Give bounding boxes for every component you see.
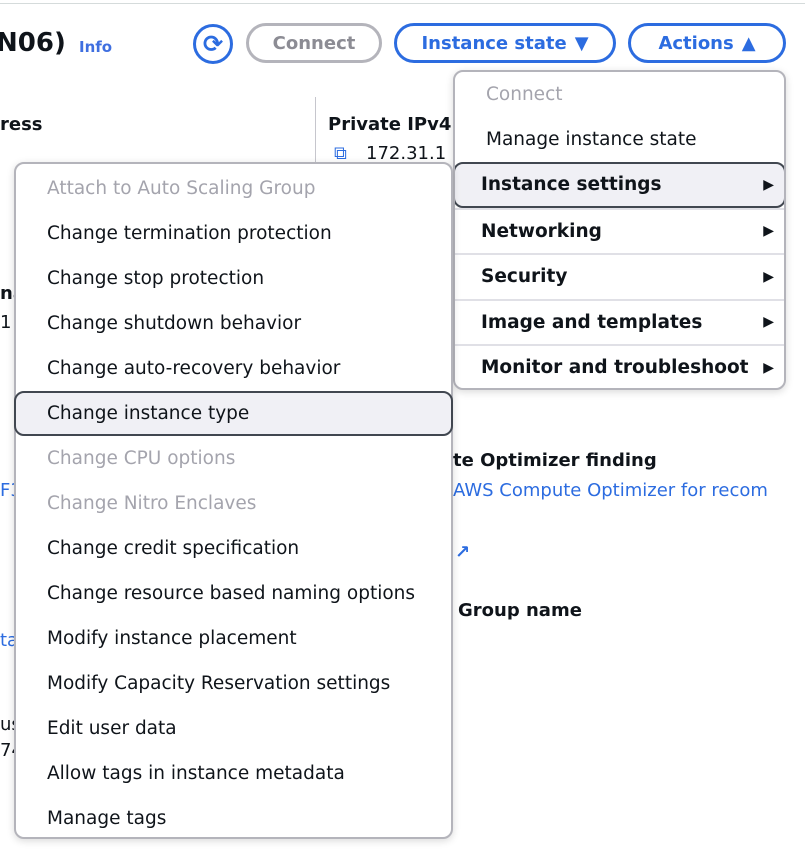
actions-menu: Connect Manage instance state Instance s…	[453, 70, 786, 390]
text-fragment: 1	[0, 312, 12, 333]
menu-item[interactable]: Allow tags in instance metadata	[16, 751, 451, 796]
private-ipv4-value: 172.31.1	[366, 143, 447, 164]
info-link[interactable]: Info	[79, 38, 112, 56]
actions-label: Actions	[658, 32, 734, 54]
copy-icon[interactable]: ⧉	[334, 143, 347, 164]
menu-item[interactable]: Change CPU options	[16, 436, 451, 481]
menu-group-image-templates[interactable]: Image and templates ▶	[455, 298, 784, 345]
connect-button[interactable]: Connect	[246, 23, 382, 63]
optimizer-link[interactable]: AWS Compute Optimizer for recom	[453, 480, 768, 501]
connect-label: Connect	[272, 32, 356, 54]
menu-group-instance-settings[interactable]: Instance settings ▶	[455, 162, 784, 208]
refresh-icon: ⟳	[202, 30, 224, 58]
divider	[315, 97, 316, 167]
menu-group-monitor-troubleshoot[interactable]: Monitor and troubleshoot ▶	[455, 344, 784, 388]
menu-item[interactable]: Modify instance placement	[16, 616, 451, 661]
refresh-button[interactable]: ⟳	[193, 24, 233, 64]
actions-button[interactable]: Actions ▲	[628, 23, 786, 63]
menu-group-label: Networking	[481, 220, 602, 242]
menu-item[interactable]: Change termination protection	[16, 211, 451, 256]
menu-item[interactable]: Modify Capacity Reservation settings	[16, 661, 451, 706]
menu-item[interactable]: Attach to Auto Scaling Group	[16, 166, 451, 211]
address-label: ress	[0, 114, 43, 135]
caret-up-icon: ▲	[741, 32, 756, 54]
caret-right-icon: ▶	[763, 176, 774, 193]
menu-item-connect[interactable]: Connect	[455, 72, 784, 117]
caret-down-icon: ▼	[574, 32, 589, 54]
menu-item-change-instance-type[interactable]: Change instance type	[14, 391, 453, 436]
menu-group-label: Monitor and troubleshoot	[481, 357, 749, 379]
menu-item[interactable]: Change auto-recovery behavior	[16, 346, 451, 391]
caret-right-icon: ▶	[763, 268, 774, 285]
caret-right-icon: ▶	[763, 359, 774, 376]
menu-group-networking[interactable]: Networking ▶	[455, 207, 784, 254]
instance-settings-submenu: Attach to Auto Scaling Group Change term…	[14, 162, 453, 839]
menu-item[interactable]: Change resource based naming options	[16, 571, 451, 616]
menu-item[interactable]: Edit user data	[16, 706, 451, 751]
instance-state-label: Instance state	[421, 32, 567, 54]
private-ipv4-label: Private IPv4 a	[328, 114, 470, 135]
page-title: N06)	[0, 28, 66, 58]
instance-state-button[interactable]: Instance state ▼	[394, 23, 616, 63]
menu-item-manage-instance-state[interactable]: Manage instance state	[455, 117, 784, 162]
caret-right-icon: ▶	[763, 223, 774, 240]
menu-item[interactable]: Change credit specification	[16, 526, 451, 571]
optimizer-label: te Optimizer finding	[453, 450, 657, 471]
menu-item[interactable]: Change Nitro Enclaves	[16, 481, 451, 526]
external-link-icon[interactable]: ↗	[455, 542, 470, 563]
menu-item[interactable]: Change stop protection	[16, 256, 451, 301]
menu-group-label: Instance settings	[481, 174, 662, 196]
menu-group-security[interactable]: Security ▶	[455, 253, 784, 299]
divider	[0, 3, 805, 4]
menu-item[interactable]: Change shutdown behavior	[16, 301, 451, 346]
menu-group-label: Security	[481, 266, 568, 288]
caret-right-icon: ▶	[763, 314, 774, 331]
menu-group-label: Image and templates	[481, 311, 703, 333]
group-name-label: Group name	[458, 600, 582, 621]
menu-item[interactable]: Manage tags	[16, 796, 451, 841]
